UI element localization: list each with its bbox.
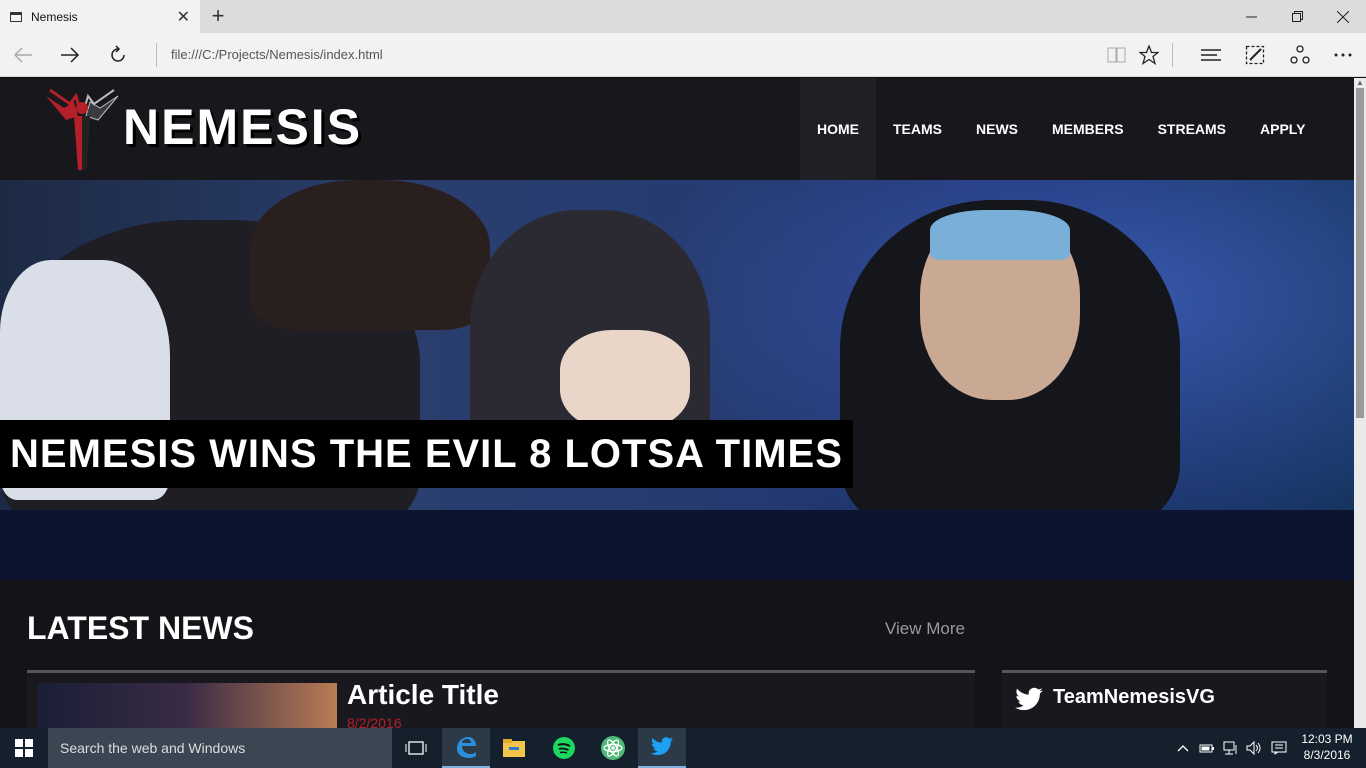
- close-tab-icon[interactable]: ✕: [177, 7, 190, 27]
- taskbar-search-input[interactable]: Search the web and Windows: [48, 728, 392, 768]
- restore-button[interactable]: [1274, 0, 1320, 33]
- share-button[interactable]: [1285, 41, 1315, 69]
- latest-news-heading: LATEST NEWS: [27, 610, 254, 646]
- hero-desk: [0, 510, 1354, 580]
- back-arrow-icon: [13, 47, 32, 63]
- scroll-thumb[interactable]: [1356, 88, 1364, 418]
- article-date: 8/2/2016: [347, 715, 402, 728]
- favorite-button[interactable]: [1134, 41, 1164, 69]
- refresh-button[interactable]: [103, 41, 133, 69]
- article-title[interactable]: Article Title: [347, 679, 499, 711]
- toolbar-separator: [1172, 43, 1173, 67]
- web-page: NEMESIS HOME TEAMS NEWS MEMBERS STREAMS …: [0, 78, 1354, 728]
- clock-date: 8/3/2016: [1303, 748, 1351, 762]
- back-button[interactable]: [8, 41, 38, 69]
- nav-news[interactable]: NEWS: [959, 78, 1035, 180]
- hub-button[interactable]: [1196, 41, 1226, 69]
- browser-toolbar: file:///C:/Projects/Nemesis/index.html: [0, 33, 1366, 77]
- nav-home[interactable]: HOME: [800, 78, 876, 180]
- show-hidden-icons-button[interactable]: [1174, 728, 1192, 768]
- nemesis-logo-icon[interactable]: [44, 86, 120, 170]
- more-dots-icon: [1334, 53, 1352, 57]
- nav-teams[interactable]: TEAMS: [876, 78, 959, 180]
- forward-arrow-icon: [61, 47, 80, 63]
- tab-title: Nemesis: [31, 9, 78, 24]
- task-view-icon: [405, 741, 427, 755]
- news-card[interactable]: Article Title 8/2/2016: [27, 670, 975, 728]
- hero-player-left-head: [250, 180, 490, 330]
- hero-player-center-face: [560, 330, 690, 430]
- page-scrollbar[interactable]: ▲: [1354, 78, 1366, 728]
- site-logo-text[interactable]: NEMESIS: [123, 98, 362, 156]
- nav-streams[interactable]: STREAMS: [1141, 78, 1243, 180]
- close-window-button[interactable]: [1320, 0, 1366, 33]
- site-header: NEMESIS HOME TEAMS NEWS MEMBERS STREAMS …: [0, 78, 1354, 180]
- minimize-button[interactable]: [1228, 0, 1274, 33]
- twitter-handle[interactable]: TeamNemesisVG: [1053, 686, 1215, 709]
- new-tab-button[interactable]: +: [208, 3, 228, 29]
- notification-icon: [1271, 741, 1287, 755]
- atom-icon: [601, 736, 625, 760]
- task-view-button[interactable]: [392, 728, 440, 768]
- twitter-widget: TeamNemesisVG: [1002, 670, 1327, 728]
- reading-view-button[interactable]: [1102, 41, 1132, 69]
- scroll-up-arrow-icon[interactable]: ▲: [1354, 78, 1366, 88]
- hero-headline[interactable]: NEMESIS WINS THE EVIL 8 LOTSA TIMES: [10, 432, 843, 477]
- browser-window: Nemesis ✕ + file:///C:/Projects/Nemesis/…: [0, 0, 1366, 768]
- file-explorer-button[interactable]: [490, 728, 538, 768]
- windows-taskbar: Search the web and Windows 12:03 PM 8/3/…: [0, 728, 1366, 768]
- browser-tab[interactable]: Nemesis ✕: [0, 0, 200, 33]
- speaker-icon: [1246, 741, 1261, 755]
- hub-icon: [1201, 49, 1221, 61]
- power-tray-button[interactable]: [1197, 728, 1217, 768]
- hero-player-right-bandana: [930, 210, 1070, 260]
- article-thumbnail[interactable]: [37, 683, 337, 728]
- atom-button[interactable]: [589, 728, 637, 768]
- more-button[interactable]: [1328, 41, 1358, 69]
- spotify-icon: [553, 737, 575, 759]
- nav-apply[interactable]: APPLY: [1243, 78, 1322, 180]
- edge-taskbar-button[interactable]: [442, 728, 490, 768]
- spotify-button[interactable]: [540, 728, 588, 768]
- tab-bar: Nemesis ✕ +: [0, 0, 1366, 33]
- web-note-button[interactable]: [1240, 41, 1270, 69]
- share-icon: [1290, 45, 1310, 64]
- battery-icon: [1199, 744, 1214, 753]
- forward-button[interactable]: [55, 41, 85, 69]
- url-separator: [156, 43, 157, 67]
- windows-logo-icon: [15, 739, 33, 757]
- twitter-bird-icon[interactable]: [1014, 687, 1044, 713]
- nav-members[interactable]: MEMBERS: [1035, 78, 1141, 180]
- twitter-taskbar-button[interactable]: [638, 728, 686, 768]
- chevron-up-icon: [1177, 745, 1189, 752]
- view-more-link[interactable]: View More: [885, 619, 965, 639]
- address-bar[interactable]: file:///C:/Projects/Nemesis/index.html: [171, 47, 383, 62]
- site-nav: HOME TEAMS NEWS MEMBERS STREAMS APPLY: [800, 78, 1322, 180]
- start-button[interactable]: [0, 728, 48, 768]
- web-note-icon: [1245, 45, 1265, 65]
- taskbar-clock[interactable]: 12:03 PM 8/3/2016: [1296, 731, 1358, 763]
- refresh-icon: [111, 45, 125, 62]
- folder-icon: [503, 739, 525, 757]
- clock-time: 12:03 PM: [1301, 732, 1353, 746]
- book-icon: [1107, 47, 1126, 63]
- hero-banner[interactable]: NEMESIS WINS THE EVIL 8 LOTSA TIMES: [0, 180, 1354, 580]
- network-tray-button[interactable]: [1221, 728, 1241, 768]
- edge-icon: [457, 737, 476, 758]
- network-icon: [1223, 741, 1237, 755]
- hero-headline-box: NEMESIS WINS THE EVIL 8 LOTSA TIMES: [0, 420, 853, 488]
- star-icon: [1139, 45, 1159, 65]
- page-icon: [10, 11, 22, 22]
- volume-tray-button[interactable]: [1244, 728, 1264, 768]
- action-center-button[interactable]: [1268, 728, 1290, 768]
- twitter-icon: [651, 737, 673, 756]
